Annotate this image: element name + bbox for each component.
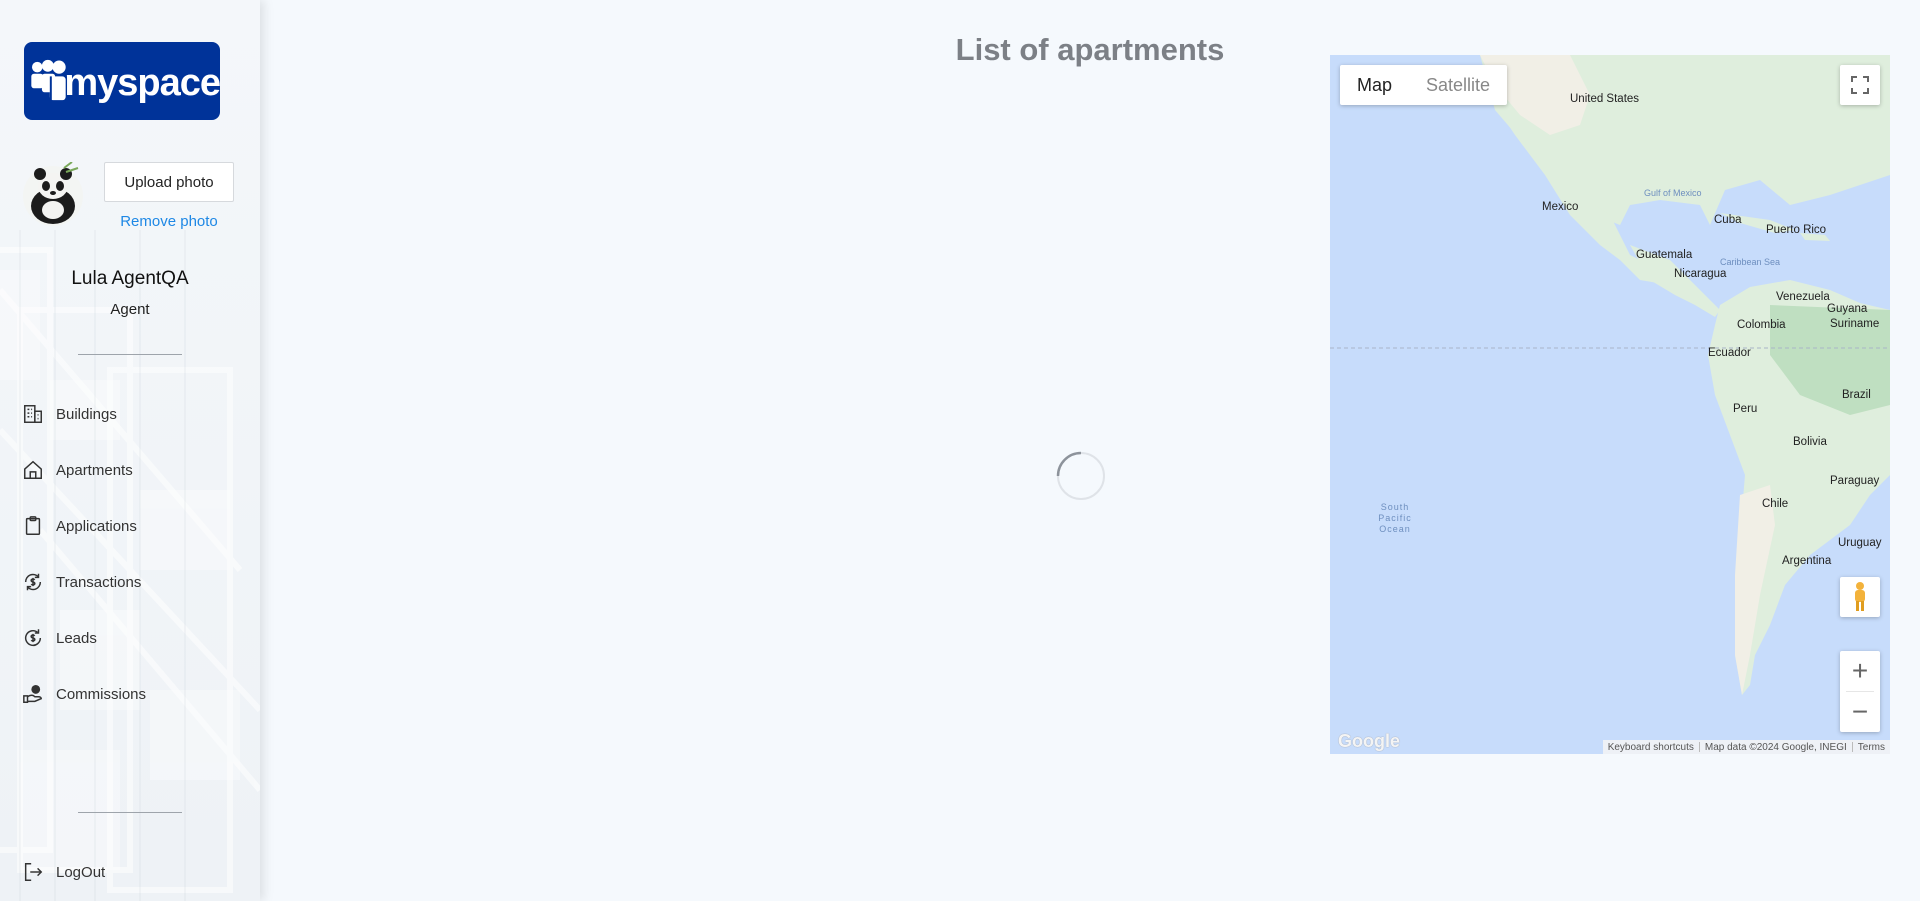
zoom-control: + − [1840,651,1880,732]
map-label-argentina: Argentina [1782,555,1832,567]
map-attribution: Map data ©2024 Google, INEGI [1704,741,1847,753]
divider [78,354,182,355]
google-logo: Google [1338,731,1400,751]
map-footer: Keyboard shortcuts Map data ©2024 Google… [1602,740,1890,754]
zoom-out-button[interactable]: − [1840,692,1880,732]
map-label-uruguay: Uruguay [1838,537,1882,549]
transactions-icon [24,573,42,591]
nav-item-leads[interactable]: Leads [22,624,97,652]
user-role: Agent [110,301,150,318]
map-label-mexico: Mexico [1542,201,1579,213]
terms-link[interactable]: Terms [1853,742,1890,753]
pegman-icon [1855,582,1865,611]
map-label-united-states: United States [1570,93,1640,105]
map-label-bolivia: Bolivia [1793,436,1827,448]
nav-label: Commissions [56,685,147,703]
map-label-caribbean: Caribbean Sea [1720,257,1781,267]
loading-spinner [1056,451,1105,500]
logout-button[interactable]: LogOut [22,858,105,886]
nav-item-applications[interactable]: Applications [22,512,137,540]
divider [78,812,182,813]
clipboard-icon [25,516,41,535]
buildings-icon [24,405,42,423]
nav-item-apartments[interactable]: Apartments [22,456,133,484]
street-view-pegman[interactable] [1840,577,1880,617]
myspace-logo[interactable]: myspace [24,42,221,120]
nav-label: Applications [56,517,137,535]
sidebar: myspace Upload photo Remove photo Lula A… [0,0,260,901]
map-label-paraguay: Paraguay [1830,475,1880,487]
nav-label: Apartments [56,461,133,479]
map-label-nicaragua: Nicaragua [1674,268,1727,280]
building-background-illustration [0,230,260,901]
upload-photo-button[interactable]: Upload photo [104,162,234,202]
leads-icon [25,629,42,647]
map-label-ecuador: Ecuador [1708,347,1751,359]
logo-text: myspace [64,61,221,104]
remove-photo-link[interactable]: Remove photo [104,213,234,230]
map-label-guatemala: Guatemala [1636,249,1693,261]
map-label-puerto-rico: Puerto Rico [1766,224,1827,236]
people-icon [31,59,66,101]
map[interactable]: United States Mexico Gulf of Mexico Cuba… [1330,55,1890,754]
nav-label: Transactions [56,573,142,591]
nav-item-transactions[interactable]: Transactions [22,568,141,596]
fullscreen-icon [1851,76,1869,94]
map-label-gulf: Gulf of Mexico [1644,188,1702,198]
map-label-brazil: Brazil [1842,389,1871,401]
map-label-suriname: Suriname [1830,318,1880,330]
map-label-cuba: Cuba [1714,214,1742,226]
home-icon [24,460,42,479]
nav-label: Leads [56,629,97,647]
map-label-colombia: Colombia [1737,319,1786,331]
logout-icon [24,863,43,881]
map-label-peru: Peru [1733,403,1758,415]
logout-label: LogOut [56,863,106,881]
user-name: Lula AgentQA [71,268,189,289]
map-label-guyana: Guyana [1827,303,1868,315]
map-label-chile: Chile [1762,498,1789,510]
avatar[interactable] [22,162,84,228]
nav-item-buildings[interactable]: Buildings [22,400,117,428]
fullscreen-button[interactable] [1840,65,1880,105]
nav-label: Buildings [56,405,117,423]
nav-item-commissions[interactable]: Commissions [22,680,146,708]
zoom-in-button[interactable]: + [1840,651,1880,691]
map-label-south-pacific: South Pacific Ocean [1378,502,1412,534]
map-canvas[interactable] [1330,55,1890,754]
commissions-icon [23,685,42,703]
map-type-control: Map Satellite [1340,65,1508,105]
map-type-map[interactable]: Map [1340,65,1409,105]
map-type-satellite[interactable]: Satellite [1409,65,1507,105]
keyboard-shortcuts-link[interactable]: Keyboard shortcuts [1603,742,1699,753]
page-title: List of apartments [955,32,1225,67]
map-label-venezuela: Venezuela [1776,291,1830,303]
